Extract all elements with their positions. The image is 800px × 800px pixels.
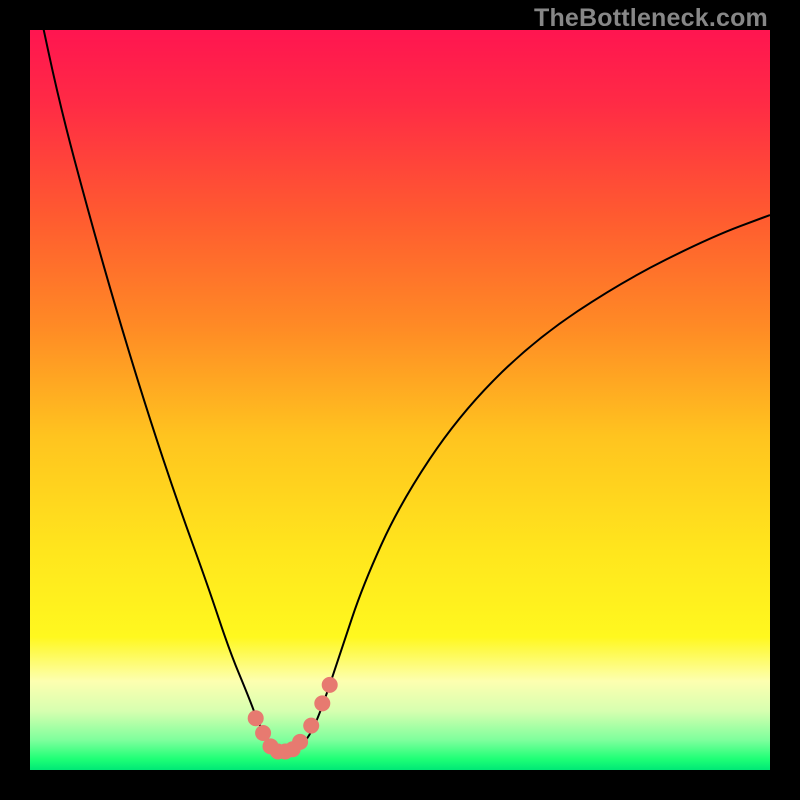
marker-dot (248, 710, 264, 726)
marker-dot (322, 677, 338, 693)
marker-dot (303, 718, 319, 734)
bottleneck-curve (30, 30, 770, 770)
chart-frame: TheBottleneck.com (0, 0, 800, 800)
marker-dot (292, 734, 308, 750)
watermark-text: TheBottleneck.com (534, 4, 768, 33)
marker-dot (314, 695, 330, 711)
plot-area (30, 30, 770, 770)
